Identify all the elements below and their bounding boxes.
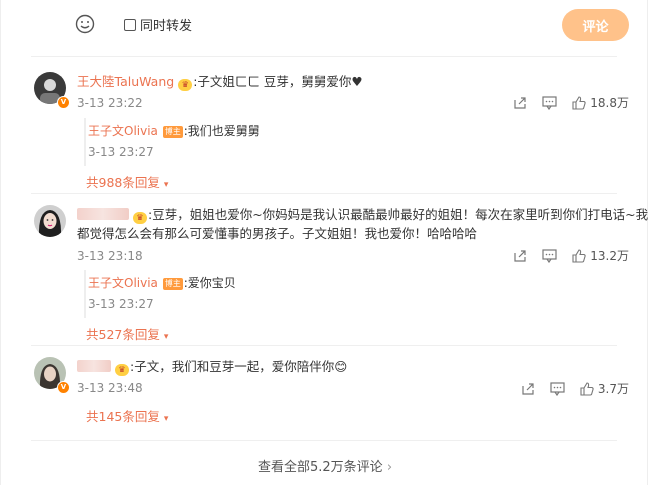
repost-checkbox[interactable]: 同时转发 bbox=[124, 15, 192, 34]
author-badge: 博主 bbox=[162, 126, 183, 138]
like-button[interactable]: 18.8万 bbox=[572, 94, 629, 111]
more-replies-label: 共988条回复 bbox=[86, 175, 160, 190]
share-icon[interactable] bbox=[521, 382, 535, 396]
comment-actions: 3.7万 bbox=[506, 380, 629, 397]
comment-text-line2: 都觉得怎么会有那么可爱懂事的男孩子。子文姐姐！我也爱你！哈哈哈哈 bbox=[77, 226, 478, 241]
reply-body: :爱你宝贝 bbox=[183, 276, 236, 290]
like-count: 13.2万 bbox=[590, 249, 629, 263]
caret-down-icon: ▾ bbox=[163, 180, 169, 190]
like-button[interactable]: 3.7万 bbox=[580, 380, 629, 397]
verified-badge-icon: V bbox=[57, 381, 70, 394]
timestamp: 3-13 23:18 bbox=[77, 249, 143, 263]
reply-text: 王子文Olivia 博主:爱你宝贝 bbox=[88, 274, 236, 291]
timestamp: 3-13 23:22 bbox=[77, 96, 143, 110]
more-replies-link[interactable]: 共527条回复 ▾ bbox=[86, 324, 168, 343]
comment-text: ♛:子文，我们和豆芽一起，爱你陪伴你😊 bbox=[77, 358, 347, 376]
avatar[interactable] bbox=[34, 205, 66, 237]
smile-icon[interactable] bbox=[75, 14, 95, 34]
like-count: 18.8万 bbox=[590, 96, 629, 110]
share-icon[interactable] bbox=[513, 249, 527, 263]
vip-crown-icon: ♛ bbox=[178, 79, 193, 91]
reply-text: 王子文Olivia 博主:我们也爱舅舅 bbox=[88, 122, 260, 139]
view-all-label: 查看全部5.2万条评论 bbox=[257, 460, 383, 475]
reply-block: 王子文Olivia 博主:爱你宝贝 3-13 23:27 bbox=[84, 270, 616, 318]
divider bbox=[31, 193, 617, 194]
username-redacted[interactable] bbox=[77, 360, 111, 372]
more-replies-link[interactable]: 共988条回复 ▾ bbox=[86, 172, 168, 191]
comment-body-line1: :豆芽，姐姐也爱你~你妈妈是我认识最酷最帅最好的姐姐！每次在家里听到你们打电话~… bbox=[147, 207, 648, 222]
caret-down-icon: ▾ bbox=[163, 332, 169, 342]
timestamp: 3-13 23:48 bbox=[77, 381, 143, 395]
comment-actions: 13.2万 bbox=[498, 247, 629, 264]
checkbox-box[interactable] bbox=[124, 18, 136, 31]
caret-down-icon: ▾ bbox=[163, 414, 169, 424]
comment-body: :子文姐ㄈㄈ 豆芽，舅舅爱你♥ bbox=[193, 74, 363, 89]
like-count: 3.7万 bbox=[597, 382, 629, 396]
reply-username[interactable]: 王子文Olivia bbox=[88, 124, 158, 138]
more-replies-link[interactable]: 共145条回复 ▾ bbox=[86, 406, 168, 425]
comment-panel: 同时转发 评论 V 王大陸TaluWang ♛:子文姐ㄈㄈ 豆芽，舅舅爱你♥ 3… bbox=[0, 0, 648, 485]
reply-timestamp: 3-13 23:27 bbox=[88, 145, 154, 159]
submit-comment-button[interactable]: 评论 bbox=[562, 9, 629, 41]
thumbs-up-icon bbox=[572, 95, 586, 110]
thumbs-up-icon bbox=[580, 381, 594, 396]
comment-text: ♛:豆芽，姐姐也爱你~你妈妈是我认识最酷最帅最好的姐姐！每次在家里听到你们打电话… bbox=[77, 206, 648, 224]
vip-crown-icon: ♛ bbox=[114, 364, 129, 376]
author-badge: 博主 bbox=[162, 278, 183, 290]
comment-composer-toolbar: 同时转发 评论 bbox=[1, 0, 648, 50]
username[interactable]: 王大陸TaluWang bbox=[77, 74, 174, 89]
reply-body: :我们也爱舅舅 bbox=[183, 124, 260, 138]
reply-block: 王子文Olivia 博主:我们也爱舅舅 3-13 23:27 bbox=[84, 118, 616, 166]
view-all-comments-link[interactable]: 查看全部5.2万条评论 › bbox=[1, 456, 648, 475]
vip-crown-icon: ♛ bbox=[132, 212, 147, 224]
like-button[interactable]: 13.2万 bbox=[572, 247, 629, 264]
reply-timestamp: 3-13 23:27 bbox=[88, 297, 154, 311]
repost-label: 同时转发 bbox=[140, 19, 193, 34]
chevron-right-icon: › bbox=[386, 460, 393, 475]
thumbs-up-icon bbox=[572, 248, 586, 263]
divider bbox=[31, 440, 617, 441]
comment-icon[interactable] bbox=[550, 381, 565, 396]
comment-body: :子文，我们和豆芽一起，爱你陪伴你😊 bbox=[129, 359, 348, 374]
divider bbox=[31, 345, 617, 346]
comment-icon[interactable] bbox=[542, 248, 557, 263]
verified-badge-icon: V bbox=[57, 96, 70, 109]
comment-text: 王大陸TaluWang ♛:子文姐ㄈㄈ 豆芽，舅舅爱你♥ bbox=[77, 73, 363, 91]
username-redacted[interactable] bbox=[77, 208, 129, 220]
more-replies-label: 共145条回复 bbox=[86, 409, 160, 424]
comment-icon[interactable] bbox=[542, 95, 557, 110]
share-icon[interactable] bbox=[513, 96, 527, 110]
more-replies-label: 共527条回复 bbox=[86, 327, 160, 342]
reply-username[interactable]: 王子文Olivia bbox=[88, 276, 158, 290]
divider bbox=[31, 56, 617, 57]
comment-actions: 18.8万 bbox=[498, 94, 629, 111]
